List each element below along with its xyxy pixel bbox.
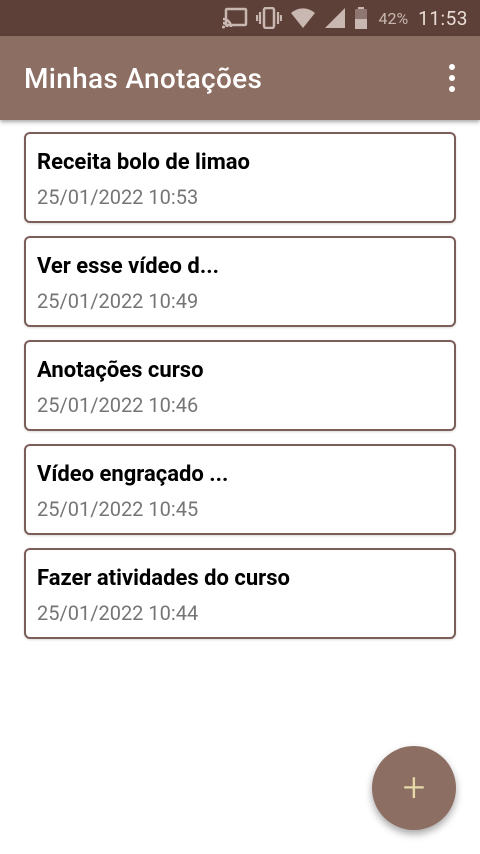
note-title: Ver esse vídeo d... xyxy=(37,254,219,279)
note-date: 25/01/2022 10:53 xyxy=(37,185,199,209)
signal-icon xyxy=(324,7,346,29)
note-date: 25/01/2022 10:46 xyxy=(37,393,199,417)
note-date: 25/01/2022 10:45 xyxy=(37,497,199,521)
note-title: Anotações curso xyxy=(37,358,204,383)
battery-icon xyxy=(354,7,368,29)
app-bar: Minhas Anotações xyxy=(0,36,480,120)
note-title: Vídeo engraçado ... xyxy=(37,462,229,487)
status-icons: 42% xyxy=(222,7,408,29)
more-vert-icon[interactable] xyxy=(444,64,460,92)
note-title: Receita bolo de limao xyxy=(37,150,250,175)
note-card[interactable]: Receita bolo de limao 25/01/2022 10:53 xyxy=(24,132,456,223)
overflow-dot xyxy=(449,86,455,92)
vibrate-icon xyxy=(256,7,283,29)
note-card[interactable]: Fazer atividades do curso 25/01/2022 10:… xyxy=(24,548,456,639)
status-clock: 11:53 xyxy=(418,6,468,30)
note-date: 25/01/2022 10:44 xyxy=(37,601,199,625)
app-title: Minhas Anotações xyxy=(24,61,263,95)
note-date: 25/01/2022 10:49 xyxy=(37,289,199,313)
notes-list: Receita bolo de limao 25/01/2022 10:53 V… xyxy=(24,132,456,652)
add-icon: + xyxy=(402,764,426,811)
note-card[interactable]: Anotações curso 25/01/2022 10:46 xyxy=(24,340,456,431)
wifi-icon xyxy=(290,7,316,29)
note-title: Fazer atividades do curso xyxy=(37,566,290,591)
overflow-dot xyxy=(449,64,455,70)
battery-percent: 42% xyxy=(378,8,409,28)
note-card[interactable]: Ver esse vídeo d... 25/01/2022 10:49 xyxy=(24,236,456,327)
overflow-dot xyxy=(449,75,455,81)
note-card[interactable]: Vídeo engraçado ... 25/01/2022 10:45 xyxy=(24,444,456,535)
cast-icon xyxy=(222,7,248,29)
status-bar: 42% 11:53 xyxy=(0,0,480,36)
add-note-button[interactable]: + xyxy=(372,746,456,830)
